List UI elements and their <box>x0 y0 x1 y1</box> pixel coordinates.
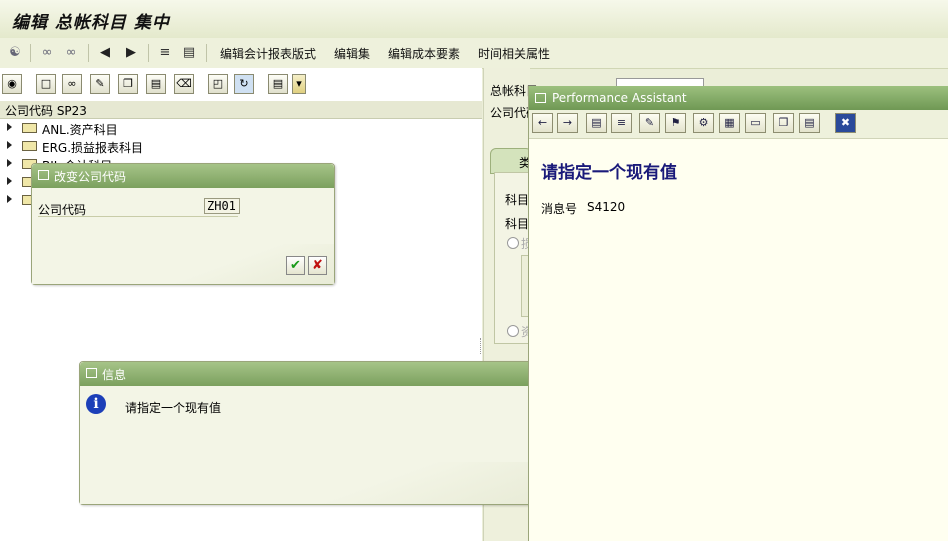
radio-button[interactable] <box>507 237 519 249</box>
folder-icon <box>22 123 37 133</box>
folder-icon <box>22 141 37 151</box>
expand-arrow-icon[interactable] <box>7 159 12 167</box>
print-icon[interactable]: ▤ <box>799 113 820 133</box>
lock-icon[interactable]: ▤ <box>146 74 166 94</box>
dialog-header: 改变公司代码 <box>32 164 334 188</box>
edit-icon[interactable]: ✎ <box>639 113 660 133</box>
delete-icon[interactable]: ⌫ <box>174 74 194 94</box>
next-icon[interactable]: ▶ <box>122 44 140 62</box>
tree-node-label: ERG.损益报表科目 <box>42 141 144 155</box>
dialog-header: 信息 <box>80 362 550 386</box>
refresh-icon[interactable]: ↻ <box>234 74 254 94</box>
toolbar-separator <box>148 44 149 62</box>
tree-node-anl[interactable]: ANL.资产科目 <box>0 120 480 137</box>
confirm-check-icon[interactable]: ✔ <box>286 256 305 275</box>
cancel-x-icon[interactable]: ✘ <box>308 256 327 275</box>
binoculars-icon[interactable]: ◉ <box>2 74 22 94</box>
tab-content: 科目 科目 损 资 <box>494 172 535 344</box>
copy-icon[interactable]: ❐ <box>773 113 794 133</box>
info-dialog: 信息 i 请指定一个现有值 <box>79 361 551 505</box>
hierarchy-icon[interactable]: ☯ <box>6 44 24 62</box>
link-icon[interactable]: ∞ <box>38 44 56 62</box>
pa-heading: 请指定一个现有值 <box>541 163 677 183</box>
splitter-handle[interactable] <box>480 338 485 354</box>
dropdown-icon[interactable]: ▾ <box>292 74 306 94</box>
message-number-value: S4120 <box>587 200 626 214</box>
settings-icon[interactable]: ⚙ <box>693 113 714 133</box>
account-label: 科目 <box>505 217 530 231</box>
edit-fs-version-button[interactable]: 编辑会计报表版式 <box>220 45 316 62</box>
performance-assistant-window: Performance Assistant ← → ▤ ≡ ✎ ⚑ ⚙ ▦ ▭ … <box>528 86 948 541</box>
company-code-input[interactable] <box>204 198 240 214</box>
copy-icon[interactable]: ❐ <box>118 74 138 94</box>
dialog-title: 改变公司代码 <box>54 170 127 184</box>
window-icon <box>38 170 49 180</box>
print-icon[interactable]: ▤ <box>268 74 288 94</box>
pa-title: Performance Assistant <box>552 91 687 105</box>
window-title: 编辑 总帐科目 集中 <box>12 13 170 33</box>
dialog-title: 信息 <box>102 368 127 382</box>
expand-arrow-icon[interactable] <box>7 177 12 185</box>
tree-node-erg[interactable]: ERG.损益报表科目 <box>0 138 480 155</box>
unlink-icon[interactable]: ∞ <box>62 44 80 62</box>
close-icon[interactable]: ✖ <box>835 113 856 133</box>
document-icon[interactable]: ▤ <box>180 44 198 62</box>
dialog-footer <box>80 462 550 504</box>
account-label: 科目 <box>505 193 530 207</box>
tab-type[interactable]: 类 <box>490 148 532 174</box>
info-message: 请指定一个现有值 <box>125 401 222 415</box>
window-icon <box>535 93 546 103</box>
info-icon: i <box>86 394 106 414</box>
underline <box>38 216 238 217</box>
back-icon[interactable]: ← <box>532 113 553 133</box>
forward-icon[interactable]: → <box>557 113 578 133</box>
toolbar-separator <box>88 44 89 62</box>
message-number-label: 消息号 <box>541 202 578 216</box>
pa-title-bar: Performance Assistant <box>529 86 948 110</box>
headset-icon[interactable]: ◰ <box>208 74 228 94</box>
expand-arrow-icon[interactable] <box>7 195 12 203</box>
edit-sets-button[interactable]: 编辑集 <box>334 45 370 62</box>
edit-icon[interactable]: ✎ <box>90 74 110 94</box>
window-icon <box>86 368 97 378</box>
title-bar: 编辑 总帐科目 集中 <box>0 0 948 39</box>
book-icon[interactable]: ▤ <box>586 113 607 133</box>
application-toolbar: ☯ ∞ ∞ ◀ ▶ ≡ ▤ 编辑会计报表版式 编辑集 编辑成本要素 时间相关属性 <box>0 38 948 69</box>
filter-icon[interactable]: ≡ <box>156 44 174 62</box>
edit-cost-element-button[interactable]: 编辑成本要素 <box>388 45 460 62</box>
technical-info-icon[interactable]: ≡ <box>611 113 632 133</box>
company-code-header: 公司代码 SP23 <box>5 104 87 118</box>
window-mode-icon[interactable]: ▭ <box>745 113 766 133</box>
toolbar-separator <box>30 44 31 62</box>
tree-node-label: ANL.资产科目 <box>42 123 118 137</box>
radio-button[interactable] <box>507 325 519 337</box>
change-company-code-dialog: 改变公司代码 公司代码 ✔ ✘ <box>31 163 335 285</box>
bookmark-icon[interactable]: ⚑ <box>665 113 686 133</box>
expand-arrow-icon[interactable] <box>7 141 12 149</box>
tree-header: 公司代码 SP23 <box>0 101 482 119</box>
previous-icon[interactable]: ◀ <box>96 44 114 62</box>
toolbar-separator <box>206 44 207 62</box>
pa-toolbar: ← → ▤ ≡ ✎ ⚑ ⚙ ▦ ▭ ❐ ▤ ✖ <box>529 110 948 139</box>
time-dependent-attributes-button[interactable]: 时间相关属性 <box>478 45 550 62</box>
display-icon[interactable]: ∞ <box>62 74 82 94</box>
table-icon[interactable]: ▦ <box>719 113 740 133</box>
create-icon[interactable]: □ <box>36 74 56 94</box>
expand-arrow-icon[interactable] <box>7 123 12 131</box>
